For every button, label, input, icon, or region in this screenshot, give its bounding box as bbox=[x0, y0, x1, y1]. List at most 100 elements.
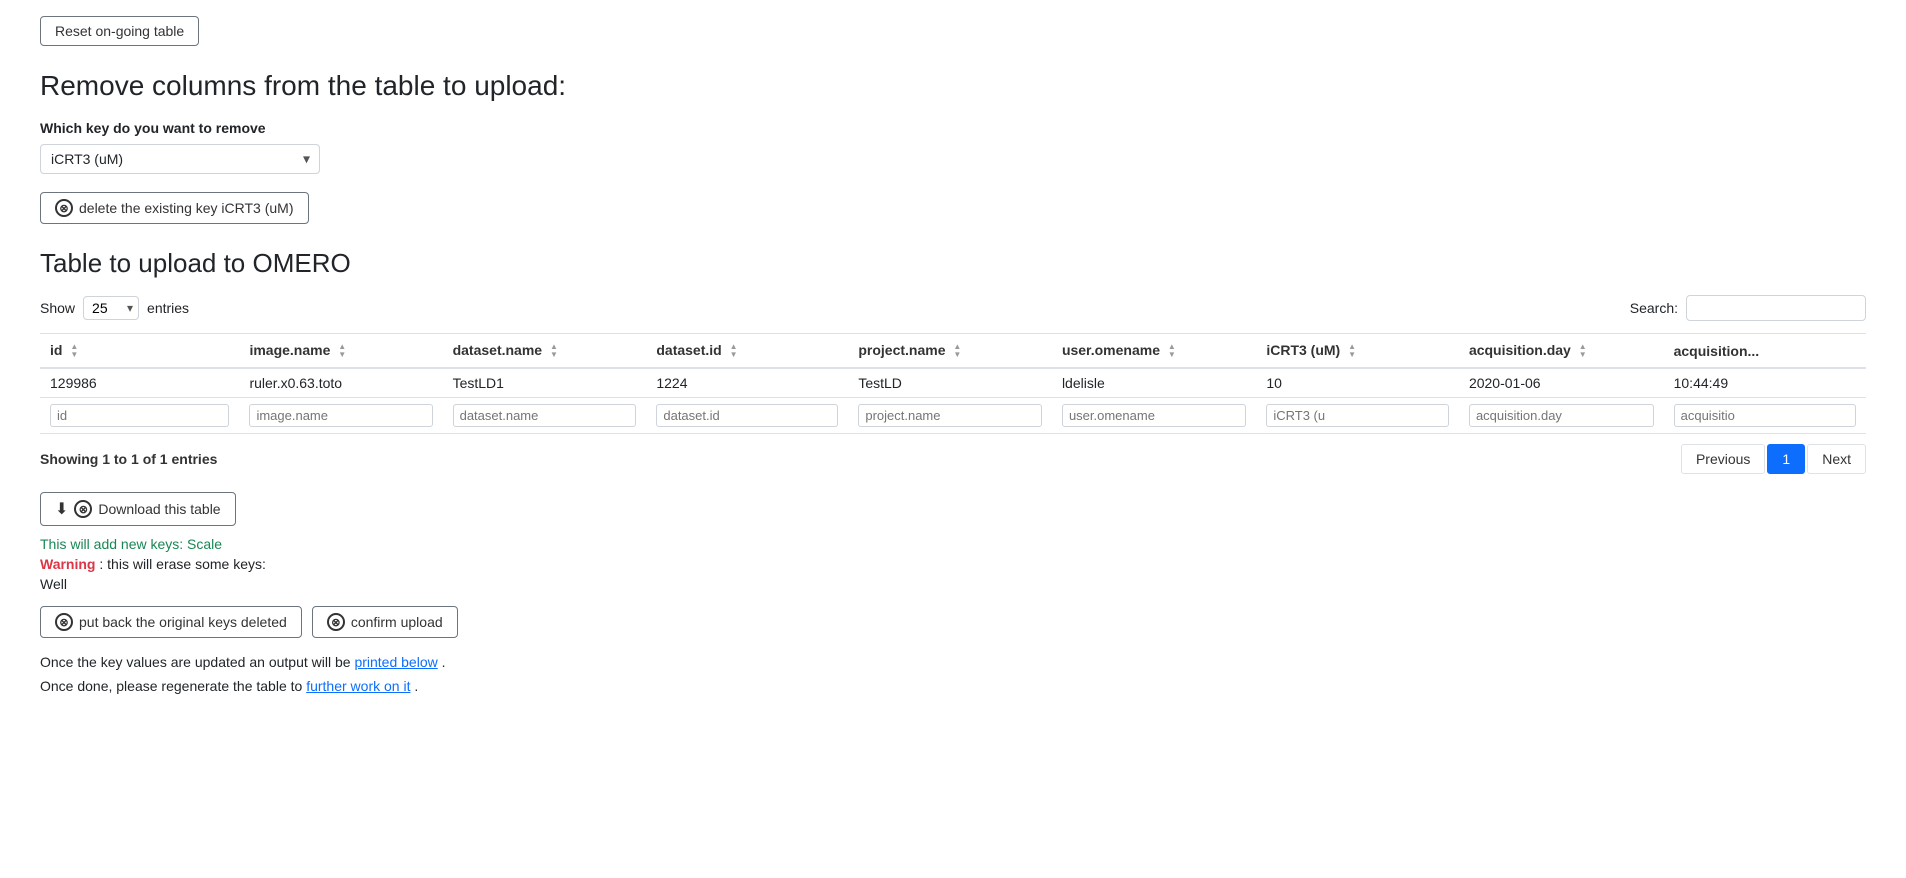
showing-range: 1 to 1 bbox=[102, 451, 139, 467]
page-1-button[interactable]: 1 bbox=[1767, 444, 1805, 474]
showing-count: 1 bbox=[160, 451, 168, 467]
showing-suffix: entries bbox=[171, 451, 217, 467]
download-circle-icon: ⊗ bbox=[74, 500, 92, 518]
showing-of: of bbox=[143, 451, 156, 467]
filter-cell-acquisition-time bbox=[1664, 398, 1866, 434]
sort-icon-id: ▲▼ bbox=[70, 343, 78, 359]
showing-prefix: Showing bbox=[40, 451, 98, 467]
filter-input-image-name[interactable] bbox=[249, 404, 432, 427]
col-header-acquisition-time[interactable]: acquisition... bbox=[1664, 334, 1866, 369]
download-icon: ⬇ bbox=[55, 499, 68, 519]
entries-label: entries bbox=[147, 300, 189, 316]
filter-cell-user-omename bbox=[1052, 398, 1256, 434]
footer-note-1: Once the key values are updated an outpu… bbox=[40, 654, 1866, 670]
warning-keys-list: Well bbox=[40, 576, 1866, 592]
sort-icon-acquisition-day: ▲▼ bbox=[1579, 343, 1587, 359]
key-dropdown-wrapper: iCRT3 (uM) bbox=[40, 144, 320, 174]
filter-cell-dataset-id bbox=[646, 398, 848, 434]
col-header-image-name[interactable]: image.name ▲▼ bbox=[239, 334, 442, 369]
filter-cell-acquisition-day bbox=[1459, 398, 1664, 434]
showing-text: Showing 1 to 1 of 1 entries bbox=[40, 451, 217, 467]
filter-input-id[interactable] bbox=[50, 404, 229, 427]
filter-input-dataset-name[interactable] bbox=[453, 404, 637, 427]
next-button[interactable]: Next bbox=[1807, 444, 1866, 474]
sort-icon-dataset-id: ▲▼ bbox=[730, 343, 738, 359]
filter-cell-project-name bbox=[848, 398, 1052, 434]
footer-note-1-prefix: Once the key values are updated an outpu… bbox=[40, 654, 351, 670]
put-back-circle-icon: ⊗ bbox=[55, 613, 73, 631]
table-row: 129986 ruler.x0.63.toto TestLD1 1224 Tes… bbox=[40, 368, 1866, 398]
filter-input-project-name[interactable] bbox=[858, 404, 1042, 427]
previous-button[interactable]: Previous bbox=[1681, 444, 1765, 474]
sort-icon-dataset-name: ▲▼ bbox=[550, 343, 558, 359]
download-table-label: Download this table bbox=[98, 501, 220, 517]
filter-cell-id bbox=[40, 398, 239, 434]
cell-acquisition-time: 10:44:49 bbox=[1664, 368, 1866, 398]
search-control: Search: bbox=[1630, 295, 1866, 321]
show-entries-control: Show 25 10 50 100 entries bbox=[40, 296, 189, 320]
search-label: Search: bbox=[1630, 300, 1678, 316]
show-entries-select[interactable]: 25 10 50 100 bbox=[83, 296, 139, 320]
filter-input-user-omename[interactable] bbox=[1062, 404, 1246, 427]
show-entries-select-wrapper: 25 10 50 100 bbox=[83, 296, 139, 320]
table-filter-row bbox=[40, 398, 1866, 434]
col-header-dataset-id[interactable]: dataset.id ▲▼ bbox=[646, 334, 848, 369]
download-table-button[interactable]: ⬇ ⊗ Download this table bbox=[40, 492, 236, 526]
table-controls: Show 25 10 50 100 entries Search: bbox=[40, 295, 1866, 321]
col-header-acquisition-day[interactable]: acquisition.day ▲▼ bbox=[1459, 334, 1664, 369]
filter-cell-dataset-name bbox=[443, 398, 647, 434]
filter-input-icrt3[interactable] bbox=[1266, 404, 1449, 427]
cell-dataset-id: 1224 bbox=[646, 368, 848, 398]
cell-icrt3: 10 bbox=[1256, 368, 1459, 398]
cell-dataset-name: TestLD1 bbox=[443, 368, 647, 398]
col-header-icrt3[interactable]: iCRT3 (uM) ▲▼ bbox=[1256, 334, 1459, 369]
footer-note-2-prefix: Once done, please regenerate the table t… bbox=[40, 678, 302, 694]
cell-id: 129986 bbox=[40, 368, 239, 398]
filter-input-dataset-id[interactable] bbox=[656, 404, 838, 427]
filter-input-acquisition-day[interactable] bbox=[1469, 404, 1654, 427]
show-label: Show bbox=[40, 300, 75, 316]
search-input[interactable] bbox=[1686, 295, 1866, 321]
sort-icon-image-name: ▲▼ bbox=[338, 343, 346, 359]
key-dropdown[interactable]: iCRT3 (uM) bbox=[40, 144, 320, 174]
reset-ongoing-table-button[interactable]: Reset on-going table bbox=[40, 16, 199, 46]
put-back-keys-label: put back the original keys deleted bbox=[79, 614, 287, 630]
filter-cell-icrt3 bbox=[1256, 398, 1459, 434]
put-back-keys-button[interactable]: ⊗ put back the original keys deleted bbox=[40, 606, 302, 638]
pagination-controls: Previous 1 Next bbox=[1681, 444, 1866, 474]
cell-image-name: ruler.x0.63.toto bbox=[239, 368, 442, 398]
info-add-keys: This will add new keys: Scale bbox=[40, 536, 1866, 552]
upload-table: id ▲▼ image.name ▲▼ dataset.name ▲▼ data… bbox=[40, 333, 1866, 434]
pagination-area: Showing 1 to 1 of 1 entries Previous 1 N… bbox=[40, 444, 1866, 474]
warning-erase-keys: Warning : this will erase some keys: bbox=[40, 556, 1866, 572]
cell-acquisition-day: 2020-01-06 bbox=[1459, 368, 1664, 398]
col-header-user-omename[interactable]: user.omename ▲▼ bbox=[1052, 334, 1256, 369]
footer-note-2-suffix: . bbox=[414, 678, 418, 694]
sort-icon-user-omename: ▲▼ bbox=[1168, 343, 1176, 359]
cell-user-omename: ldelisle bbox=[1052, 368, 1256, 398]
confirm-upload-label: confirm upload bbox=[351, 614, 443, 630]
table-header-row: id ▲▼ image.name ▲▼ dataset.name ▲▼ data… bbox=[40, 334, 1866, 369]
filter-cell-image-name bbox=[239, 398, 442, 434]
confirm-circle-icon: ⊗ bbox=[327, 613, 345, 631]
delete-circle-icon: ⊗ bbox=[55, 199, 73, 217]
confirm-upload-button[interactable]: ⊗ confirm upload bbox=[312, 606, 458, 638]
footer-note-1-suffix: . bbox=[442, 654, 446, 670]
remove-columns-title: Remove columns from the table to upload: bbox=[40, 70, 1866, 102]
sort-icon-icrt3: ▲▼ bbox=[1348, 343, 1356, 359]
footer-note-2-link[interactable]: further work on it bbox=[306, 678, 410, 694]
delete-key-button[interactable]: ⊗ delete the existing key iCRT3 (uM) bbox=[40, 192, 309, 224]
delete-key-label: delete the existing key iCRT3 (uM) bbox=[79, 200, 294, 216]
upload-table-title: Table to upload to OMERO bbox=[40, 248, 1866, 279]
action-buttons-row: ⊗ put back the original keys deleted ⊗ c… bbox=[40, 606, 1866, 638]
filter-input-acquisition-time[interactable] bbox=[1674, 404, 1856, 427]
footer-note-2: Once done, please regenerate the table t… bbox=[40, 678, 1866, 694]
key-remove-label: Which key do you want to remove bbox=[40, 120, 1866, 136]
col-header-dataset-name[interactable]: dataset.name ▲▼ bbox=[443, 334, 647, 369]
col-header-id[interactable]: id ▲▼ bbox=[40, 334, 239, 369]
footer-note-1-link[interactable]: printed below bbox=[354, 654, 437, 670]
cell-project-name: TestLD bbox=[848, 368, 1052, 398]
warning-text-content: : this will erase some keys: bbox=[99, 556, 266, 572]
col-header-project-name[interactable]: project.name ▲▼ bbox=[848, 334, 1052, 369]
warning-label: Warning bbox=[40, 556, 95, 572]
